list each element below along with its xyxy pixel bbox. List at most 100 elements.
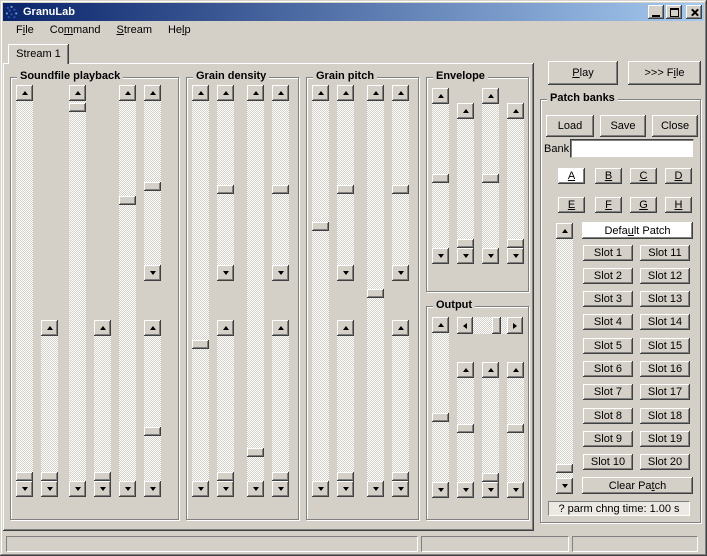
gd-length-mod-slider[interactable]: [272, 85, 289, 281]
scroll-thumb[interactable]: [217, 472, 234, 481]
scroll-thumb[interactable]: [217, 185, 234, 194]
scroll-track[interactable]: [337, 320, 354, 497]
scroll-left-button[interactable]: [457, 317, 473, 334]
pan-slider[interactable]: [457, 317, 523, 334]
scroll-thumb[interactable]: [144, 182, 161, 191]
scroll-down-button[interactable]: [432, 482, 449, 498]
scroll-up-button[interactable]: [217, 85, 234, 101]
app-icon[interactable]: [5, 5, 20, 20]
freq-rnd-slider[interactable]: [217, 320, 234, 497]
scroll-down-button[interactable]: [367, 481, 384, 497]
amp-slider[interactable]: [432, 317, 449, 498]
scroll-track[interactable]: [392, 85, 409, 281]
scroll-up-button[interactable]: [16, 85, 33, 101]
decay-rnd-slider[interactable]: [507, 103, 524, 264]
pitch-slider[interactable]: [312, 85, 329, 497]
scroll-down-button[interactable]: [337, 481, 354, 497]
scroll-thumb[interactable]: [247, 448, 264, 457]
scroll-track[interactable]: [41, 320, 58, 497]
titlebar[interactable]: GranuLab: [3, 3, 704, 21]
scroll-track[interactable]: [337, 85, 354, 281]
scroll-down-button[interactable]: [247, 481, 264, 497]
scroll-track[interactable]: [69, 85, 86, 497]
scroll-track[interactable]: [272, 85, 289, 281]
render-to-file-button[interactable]: >>> File: [628, 61, 701, 85]
sf-length-rnd-slider[interactable]: [94, 320, 111, 497]
scroll-down-button[interactable]: [556, 478, 573, 494]
scroll-up-button[interactable]: [482, 88, 499, 104]
scroll-down-button[interactable]: [482, 248, 499, 264]
scroll-up-button[interactable]: [94, 320, 111, 336]
scroll-up-button[interactable]: [217, 320, 234, 336]
scroll-up-button[interactable]: [507, 362, 524, 378]
scroll-up-button[interactable]: [432, 317, 449, 333]
scroll-thumb[interactable]: [144, 427, 161, 436]
scroll-track[interactable]: [272, 320, 289, 497]
scroll-thumb[interactable]: [367, 289, 384, 298]
play-button[interactable]: Play: [548, 61, 618, 85]
scroll-down-button[interactable]: [432, 248, 449, 264]
scroll-thumb[interactable]: [16, 472, 33, 481]
scroll-thumb[interactable]: [312, 222, 329, 231]
scroll-down-button[interactable]: [69, 481, 86, 497]
scroll-thumb[interactable]: [432, 174, 449, 183]
attack-slider[interactable]: [432, 88, 449, 264]
scroll-up-button[interactable]: [69, 85, 86, 101]
scroll-down-button[interactable]: [144, 481, 161, 497]
scroll-down-button[interactable]: [392, 265, 409, 281]
scroll-thumb[interactable]: [69, 103, 86, 112]
scroll-down-button[interactable]: [337, 265, 354, 281]
scroll-up-button[interactable]: [119, 85, 136, 101]
scroll-thumb[interactable]: [119, 196, 136, 205]
menu-stream[interactable]: Stream: [109, 22, 160, 39]
scroll-track[interactable]: [392, 320, 409, 497]
scroll-thumb[interactable]: [337, 472, 354, 481]
scroll-down-button[interactable]: [119, 481, 136, 497]
scroll-up-button[interactable]: [367, 85, 384, 101]
scroll-track[interactable]: [217, 85, 234, 281]
scroll-track[interactable]: [119, 85, 136, 497]
scroll-thumb[interactable]: [556, 464, 573, 473]
rate-scale-slider[interactable]: [144, 320, 161, 497]
maximize-button[interactable]: [666, 5, 682, 19]
scroll-up-button[interactable]: [392, 85, 409, 101]
scroll-track[interactable]: [556, 223, 573, 494]
rate-mod-slider[interactable]: [144, 85, 161, 281]
gd-length-slider[interactable]: [247, 85, 264, 497]
scroll-up-button[interactable]: [312, 85, 329, 101]
patch-list-scrollbar[interactable]: [556, 223, 573, 494]
scroll-up-button[interactable]: [144, 320, 161, 336]
scroll-thumb[interactable]: [272, 185, 289, 194]
scroll-thumb[interactable]: [392, 472, 409, 481]
scroll-down-button[interactable]: [217, 265, 234, 281]
scroll-thumb[interactable]: [457, 239, 474, 248]
scroll-down-button[interactable]: [192, 481, 209, 497]
scroll-down-button[interactable]: [507, 482, 524, 498]
scroll-thumb[interactable]: [392, 185, 409, 194]
scroll-down-button[interactable]: [144, 265, 161, 281]
scroll-track[interactable]: [217, 320, 234, 497]
scroll-track[interactable]: [247, 85, 264, 497]
start-rnd-slider[interactable]: [41, 320, 58, 497]
scroll-thumb[interactable]: [272, 472, 289, 481]
scroll-down-button[interactable]: [272, 481, 289, 497]
gd-length-rnd-slider[interactable]: [272, 320, 289, 497]
scroll-up-button[interactable]: [392, 320, 409, 336]
scroll-thumb[interactable]: [41, 472, 58, 481]
scroll-down-button[interactable]: [217, 481, 234, 497]
freq-mod-slider[interactable]: [217, 85, 234, 281]
scroll-down-button[interactable]: [94, 481, 111, 497]
close-button[interactable]: [686, 5, 702, 19]
scroll-up-button[interactable]: [457, 362, 474, 378]
decay-slider[interactable]: [482, 88, 499, 264]
scroll-thumb[interactable]: [482, 174, 499, 183]
scroll-track[interactable]: [432, 317, 449, 498]
scroll-down-button[interactable]: [507, 248, 524, 264]
scroll-up-button[interactable]: [556, 223, 573, 239]
pan-mod-slider[interactable]: [507, 362, 524, 498]
scroll-down-button[interactable]: [16, 481, 33, 497]
freq-slider[interactable]: [192, 85, 209, 497]
pitch-mod-slider[interactable]: [337, 85, 354, 281]
scroll-down-button[interactable]: [272, 265, 289, 281]
attack-rnd-slider[interactable]: [457, 103, 474, 264]
